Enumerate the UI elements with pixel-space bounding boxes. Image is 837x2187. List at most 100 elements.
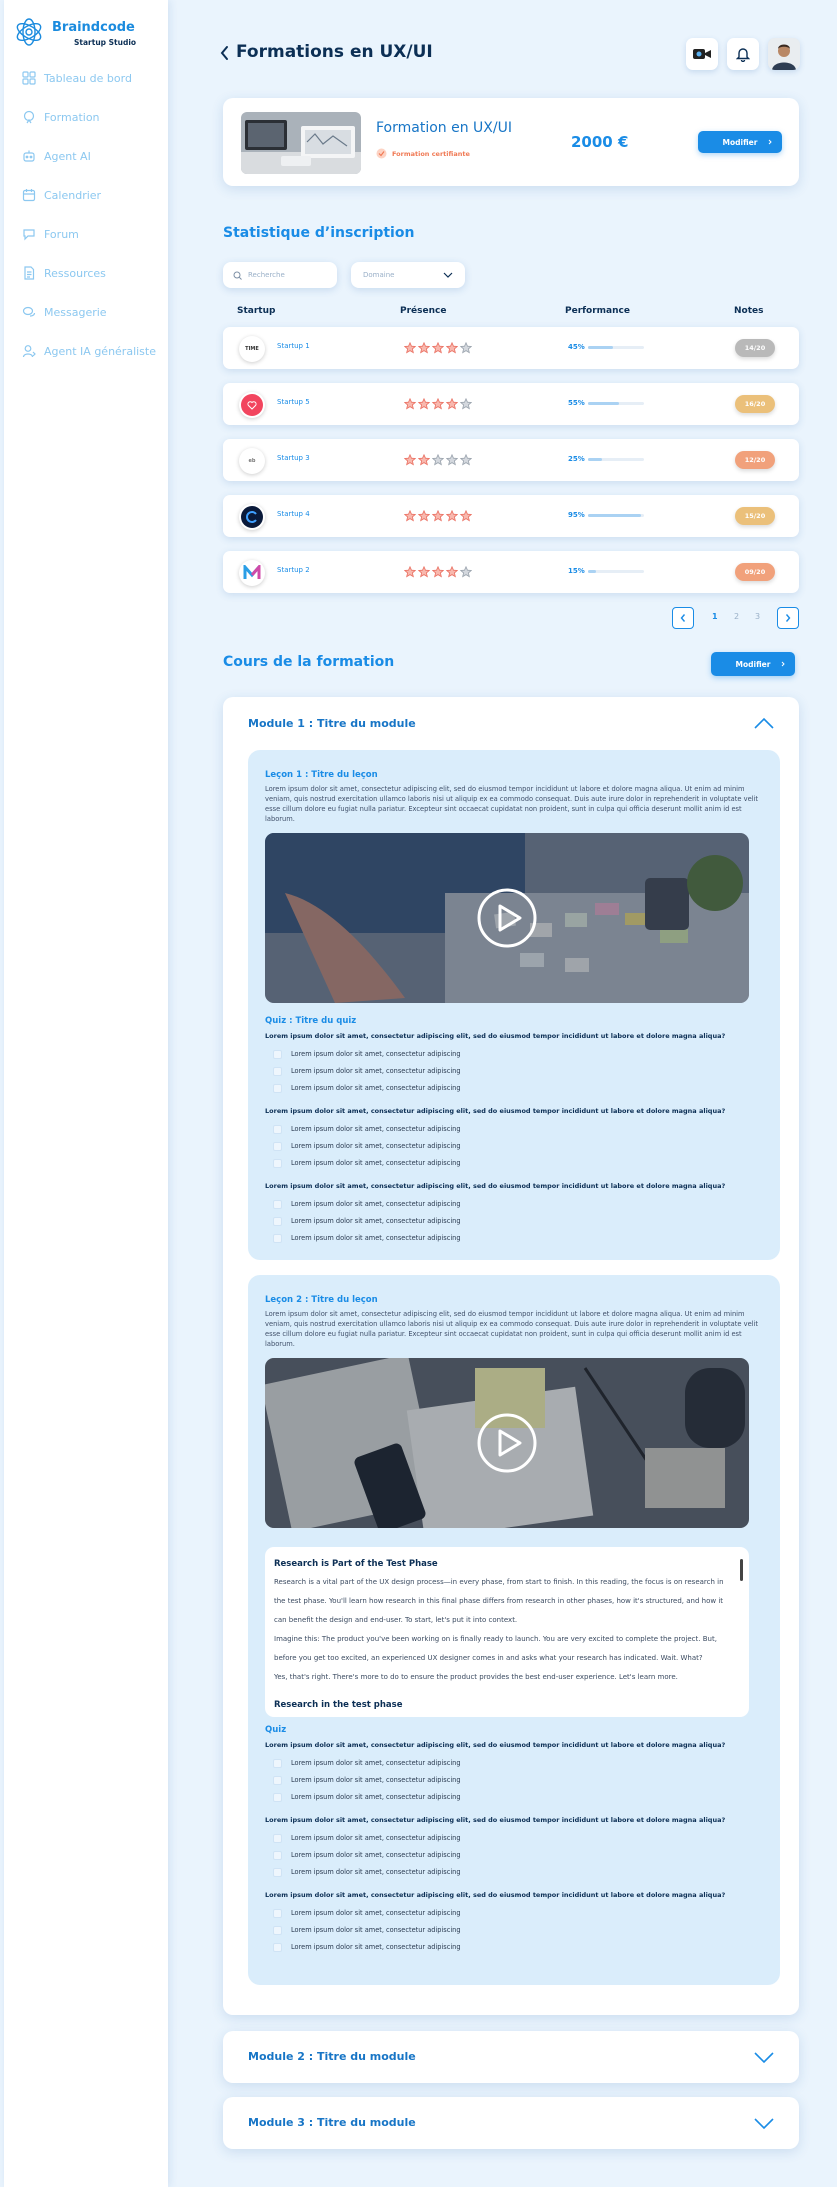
table-row[interactable]: eb Startup 3 25% 12/20	[223, 439, 799, 481]
course-title: Cours de la formation	[223, 654, 395, 670]
sidebar-item-label: Ressources	[44, 266, 106, 280]
edit-course-button[interactable]: Modifier	[711, 652, 795, 676]
module-title[interactable]: Module 1 : Titre du module	[248, 717, 416, 730]
checkbox[interactable]	[273, 1775, 282, 1785]
startup-name[interactable]: Startup 5	[277, 398, 310, 406]
checkbox[interactable]	[273, 1867, 282, 1877]
quiz-option[interactable]: Lorem ipsum dolor sit amet, consectetur …	[273, 1849, 461, 1861]
quiz-option[interactable]: Lorem ipsum dolor sit amet, consectetur …	[273, 1757, 461, 1769]
chevron-down-icon[interactable]	[753, 2116, 775, 2130]
checkbox[interactable]	[273, 1216, 282, 1226]
module-card[interactable]: Module 3 : Titre du module	[223, 2097, 799, 2149]
reading-heading: Research in the test phase	[274, 1700, 403, 1710]
module-card[interactable]: Module 2 : Titre du module	[223, 2031, 799, 2083]
chevron-up-icon[interactable]	[753, 716, 775, 730]
quiz-option[interactable]: Lorem ipsum dolor sit amet, consectetur …	[273, 1198, 461, 1210]
checkbox[interactable]	[273, 1066, 282, 1076]
sidebar-item-ressources[interactable]: Ressources	[22, 263, 172, 283]
sidebar-item-agent-ia-generaliste[interactable]: Agent IA généraliste	[22, 341, 172, 361]
notification-button[interactable]	[727, 38, 759, 70]
table-row[interactable]: TIME Startup 1 45% 14/20	[223, 327, 799, 369]
performance-bar	[588, 514, 644, 517]
sidebar-item-forum[interactable]: Forum	[22, 224, 172, 244]
quiz-option[interactable]: Lorem ipsum dolor sit amet, consectetur …	[273, 1065, 461, 1077]
chevron-down-icon[interactable]	[753, 2050, 775, 2064]
stats-title: Statistique d’inscription	[223, 225, 415, 241]
domain-select[interactable]: Domaine	[351, 262, 465, 288]
quiz-option[interactable]: Lorem ipsum dolor sit amet, consectetur …	[273, 1215, 461, 1227]
quiz-option[interactable]: Lorem ipsum dolor sit amet, consectetur …	[273, 1791, 461, 1803]
checkbox[interactable]	[273, 1124, 282, 1134]
quiz-option-label: Lorem ipsum dolor sit amet, consectetur …	[291, 1851, 461, 1859]
quiz-option[interactable]: Lorem ipsum dolor sit amet, consectetur …	[273, 1140, 461, 1152]
checkbox[interactable]	[273, 1908, 282, 1918]
startup-name[interactable]: Startup 3	[277, 454, 310, 462]
startup-name[interactable]: Startup 4	[277, 510, 310, 518]
table-row[interactable]: Startup 5 55% 16/20	[223, 383, 799, 425]
star-icon	[418, 454, 430, 466]
checkbox[interactable]	[273, 1083, 282, 1093]
play-icon[interactable]	[476, 887, 538, 949]
user-avatar[interactable]	[768, 38, 800, 70]
sidebar-item-calendrier[interactable]: Calendrier	[22, 185, 172, 205]
quiz-option[interactable]: Lorem ipsum dolor sit amet, consectetur …	[273, 1123, 461, 1135]
checkbox[interactable]	[273, 1792, 282, 1802]
quiz-question: Lorem ipsum dolor sit amet, consectetur …	[265, 1182, 726, 1190]
sidebar-item-agent-ai[interactable]: Agent AI	[22, 146, 172, 166]
checkbox[interactable]	[273, 1925, 282, 1935]
quiz-option[interactable]: Lorem ipsum dolor sit amet, consectetur …	[273, 1907, 461, 1919]
brand-logo[interactable]: Braindcode Startup Studio	[12, 14, 162, 54]
checkbox[interactable]	[273, 1158, 282, 1168]
play-icon[interactable]	[476, 1412, 538, 1474]
checkbox[interactable]	[273, 1233, 282, 1243]
module-title[interactable]: Module 2 : Titre du module	[248, 2050, 416, 2063]
star-icon	[418, 342, 430, 354]
quiz-option[interactable]: Lorem ipsum dolor sit amet, consectetur …	[273, 1048, 461, 1060]
quiz-option-label: Lorem ipsum dolor sit amet, consectetur …	[291, 1793, 461, 1801]
quiz-option[interactable]: Lorem ipsum dolor sit amet, consectetur …	[273, 1941, 461, 1953]
scrollbar[interactable]	[740, 1559, 743, 1581]
checkbox[interactable]	[273, 1049, 282, 1059]
quiz-option[interactable]: Lorem ipsum dolor sit amet, consectetur …	[273, 1866, 461, 1878]
reading-paragraph: Research is a vital part of the UX desig…	[274, 1578, 724, 1624]
quiz-option[interactable]: Lorem ipsum dolor sit amet, consectetur …	[273, 1924, 461, 1936]
checkbox[interactable]	[273, 1199, 282, 1209]
video-player[interactable]	[265, 833, 749, 1003]
video-player[interactable]	[265, 1358, 749, 1528]
table-row[interactable]: Startup 4 95% 15/20	[223, 495, 799, 537]
back-arrow-icon[interactable]	[218, 44, 232, 62]
quiz-option[interactable]: Lorem ipsum dolor sit amet, consectetur …	[273, 1157, 461, 1169]
checkbox[interactable]	[273, 1758, 282, 1768]
quiz-option[interactable]: Lorem ipsum dolor sit amet, consectetur …	[273, 1832, 461, 1844]
pagination-next-button[interactable]	[777, 607, 799, 629]
quiz-option[interactable]: Lorem ipsum dolor sit amet, consectetur …	[273, 1082, 461, 1094]
quiz-option[interactable]: Lorem ipsum dolor sit amet, consectetur …	[273, 1232, 461, 1244]
checkbox[interactable]	[273, 1141, 282, 1151]
startup-name[interactable]: Startup 1	[277, 342, 310, 350]
sidebar-item-dashboard[interactable]: Tableau de bord	[22, 68, 172, 88]
edit-formation-button[interactable]: Modifier	[698, 131, 782, 153]
table-row[interactable]: Startup 2 15% 09/20	[223, 551, 799, 593]
sidebar-item-messagerie[interactable]: Messagerie	[22, 302, 172, 322]
checkbox[interactable]	[273, 1850, 282, 1860]
lesson-title: Leçon 2 : Titre du leçon	[265, 1295, 378, 1305]
startup-name[interactable]: Startup 2	[277, 566, 310, 574]
chevron-left-icon	[680, 614, 686, 622]
checkbox[interactable]	[273, 1942, 282, 1952]
bell-icon	[736, 48, 750, 62]
sidebar-item-formation[interactable]: Formation	[22, 107, 172, 127]
pagination-prev-button[interactable]	[672, 607, 694, 629]
pagination-page-1[interactable]: 1	[712, 612, 718, 621]
pagination-page-2[interactable]: 2	[734, 612, 739, 621]
presence-stars	[404, 566, 472, 578]
search-input[interactable]: Recherche	[223, 262, 337, 288]
quiz-option[interactable]: Lorem ipsum dolor sit amet, consectetur …	[273, 1774, 461, 1786]
startup-logo: eb	[239, 448, 265, 474]
chevron-right-icon	[781, 661, 785, 667]
module-title[interactable]: Module 3 : Titre du module	[248, 2116, 416, 2129]
checkbox[interactable]	[273, 1833, 282, 1843]
pagination-page-3[interactable]: 3	[755, 612, 760, 621]
video-camera-icon	[693, 49, 711, 59]
reading-panel[interactable]: Research is Part of the Test Phase Resea…	[265, 1547, 749, 1717]
video-call-button[interactable]	[686, 38, 718, 70]
